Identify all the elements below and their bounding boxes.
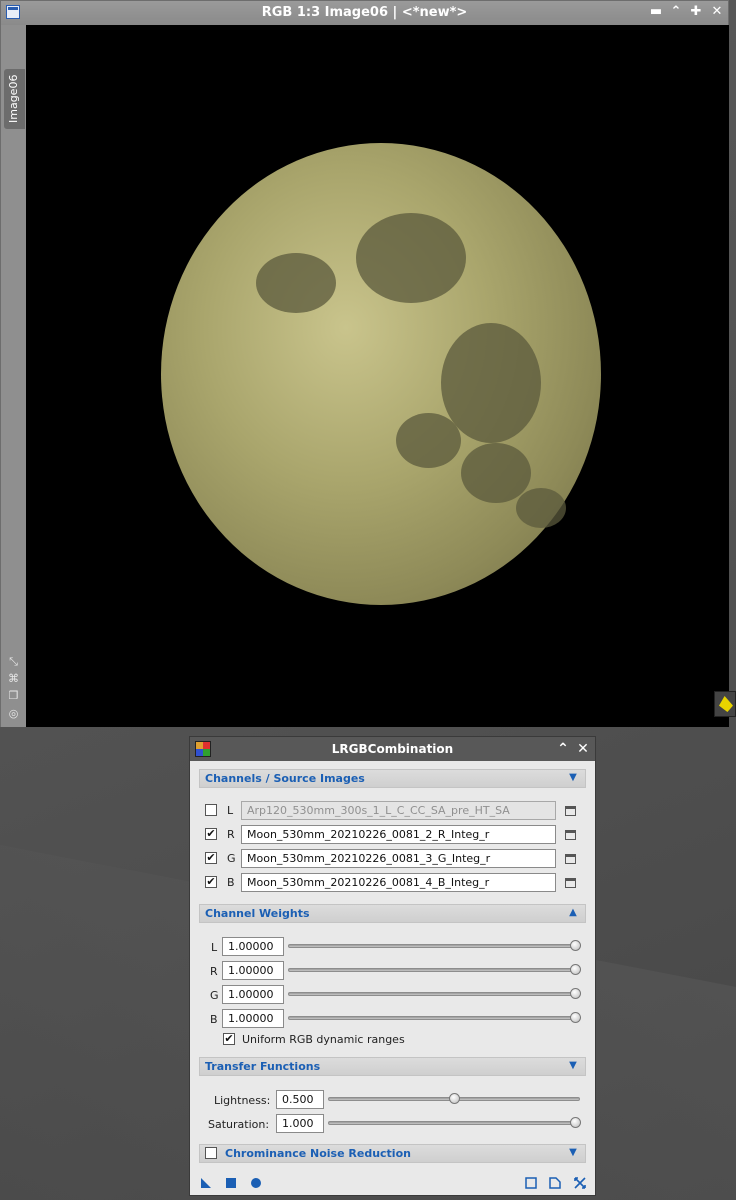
channel-g-checkbox[interactable]: ✔ — [205, 852, 217, 864]
section-channels[interactable]: Channels / Source Images ▼ — [199, 769, 586, 788]
saturation-slider[interactable] — [328, 1117, 581, 1128]
dialog-titlebar[interactable]: LRGBCombination ⌃ ✕ — [190, 737, 595, 761]
weight-r-slider[interactable] — [288, 964, 581, 975]
track-view-icon[interactable] — [549, 1177, 561, 1189]
channel-g-image-field[interactable]: Moon_530mm_20210226_0081_3_G_Integ_r — [241, 849, 556, 868]
browse-documentation-icon[interactable] — [525, 1177, 537, 1189]
weight-b-label: B — [210, 1013, 218, 1026]
lightness-input[interactable]: 0.500 — [276, 1090, 324, 1109]
dialog-title: LRGBCombination — [331, 742, 454, 756]
collapse-chevron-icon[interactable]: ▼ — [567, 1060, 579, 1072]
fit-view-icon[interactable]: ⤡ — [7, 655, 20, 668]
weight-l-input[interactable]: 1.00000 — [222, 937, 284, 956]
moon-image — [161, 143, 601, 605]
close-button[interactable]: ✕ — [709, 4, 725, 20]
image-identifier-tab[interactable]: Image06 — [4, 69, 25, 129]
slider-knob[interactable] — [449, 1093, 460, 1104]
minimize-button[interactable]: ▬ — [648, 4, 664, 20]
channel-r-image-field[interactable]: Moon_530mm_20210226_0081_2_R_Integ_r — [241, 825, 556, 844]
dialog-footer — [190, 1171, 595, 1195]
weight-b-input[interactable]: 1.00000 — [222, 1009, 284, 1028]
weight-g-label: G — [210, 989, 219, 1002]
uniform-rgb-label: Uniform RGB dynamic ranges — [242, 1033, 405, 1046]
zoom-fit-icon[interactable]: ⌘ — [7, 672, 20, 685]
settings-circle-icon[interactable]: ◎ — [7, 707, 20, 720]
channel-r-label: R — [227, 828, 235, 841]
collapse-chevron-icon[interactable]: ▼ — [567, 1147, 579, 1159]
channel-b-label: B — [227, 876, 235, 889]
apply-global-icon[interactable] — [225, 1177, 237, 1189]
section-weights-title: Channel Weights — [205, 907, 310, 920]
image-identifier-label: Image06 — [7, 74, 20, 123]
channel-r-checkbox[interactable]: ✔ — [205, 828, 217, 840]
noise-reduction-checkbox[interactable] — [205, 1147, 217, 1159]
saturation-label: Saturation: — [208, 1118, 270, 1131]
maximize-button[interactable]: ✚ — [688, 4, 704, 20]
image-window: RGB 1:3 Image06 | <*new*> ▬ ⌃ ✚ ✕ Image0… — [0, 0, 729, 727]
collapse-chevron-icon[interactable]: ▼ — [567, 772, 579, 784]
weight-g-input[interactable]: 1.00000 — [222, 985, 284, 1004]
mare-shape — [461, 443, 531, 503]
section-chrominance-noise-reduction[interactable]: Chrominance Noise Reduction ▼ — [199, 1144, 586, 1163]
execute-icon[interactable] — [250, 1177, 262, 1189]
notification-badge-icon[interactable] — [714, 691, 736, 717]
weight-r-input[interactable]: 1.00000 — [222, 961, 284, 980]
channel-b-image-field[interactable]: Moon_530mm_20210226_0081_4_B_Integ_r — [241, 873, 556, 892]
mare-shape — [356, 213, 466, 303]
slider-knob[interactable] — [570, 964, 581, 975]
section-transfer-functions[interactable]: Transfer Functions ▼ — [199, 1057, 586, 1076]
image-window-titlebar[interactable]: RGB 1:3 Image06 | <*new*> ▬ ⌃ ✚ ✕ — [1, 1, 728, 25]
slider-knob[interactable] — [570, 1012, 581, 1023]
section-transfer-title: Transfer Functions — [205, 1060, 321, 1073]
saturation-input[interactable]: 1.000 — [276, 1114, 324, 1133]
weight-l-label: L — [211, 941, 218, 954]
slider-knob[interactable] — [570, 1117, 581, 1128]
channel-l-select-view-icon[interactable] — [565, 806, 576, 816]
weight-r-label: R — [210, 965, 218, 978]
lrgb-combination-dialog: LRGBCombination ⌃ ✕ Channels / Source Im… — [189, 736, 596, 1196]
weight-b-slider[interactable] — [288, 1012, 581, 1023]
section-channels-title: Channels / Source Images — [205, 772, 365, 785]
section-channel-weights[interactable]: Channel Weights ▲ — [199, 904, 586, 923]
image-side-strip: Image06 ⤡ ⌘ ❐ ◎ — [1, 25, 26, 727]
mare-shape — [516, 488, 566, 528]
uniform-rgb-checkbox[interactable]: ✔ — [223, 1033, 235, 1045]
image-canvas[interactable] — [26, 25, 729, 727]
channel-b-select-view-icon[interactable] — [565, 878, 576, 888]
channel-r-select-view-icon[interactable] — [565, 830, 576, 840]
channel-g-select-view-icon[interactable] — [565, 854, 576, 864]
mare-shape — [256, 253, 336, 313]
slider-knob[interactable] — [570, 988, 581, 999]
shade-button[interactable]: ⌃ — [668, 4, 684, 20]
channel-l-label: L — [227, 804, 234, 817]
image-window-title: RGB 1:3 Image06 | <*new*> — [261, 5, 468, 20]
dialog-body: Channels / Source Images ▼ L Arp120_530m… — [190, 761, 595, 1171]
channel-g-label: G — [227, 852, 236, 865]
section-noise-title: Chrominance Noise Reduction — [225, 1147, 411, 1160]
weight-l-slider[interactable] — [288, 940, 581, 951]
slider-knob[interactable] — [570, 940, 581, 951]
lightness-slider[interactable] — [328, 1093, 580, 1104]
clone-view-icon[interactable]: ❐ — [7, 689, 20, 702]
dialog-close-button[interactable]: ✕ — [575, 741, 591, 757]
reset-icon[interactable] — [574, 1177, 586, 1189]
channel-l-image-field[interactable]: Arp120_530mm_300s_1_L_C_CC_SA_pre_HT_SA — [241, 801, 556, 820]
collapse-chevron-icon[interactable]: ▲ — [567, 907, 579, 919]
lightness-label: Lightness: — [214, 1094, 271, 1107]
dialog-shade-button[interactable]: ⌃ — [555, 741, 571, 757]
channel-b-checkbox[interactable]: ✔ — [205, 876, 217, 888]
weight-g-slider[interactable] — [288, 988, 581, 999]
new-instance-icon[interactable] — [200, 1177, 212, 1189]
channel-l-checkbox[interactable] — [205, 804, 217, 816]
mare-shape — [396, 413, 461, 468]
